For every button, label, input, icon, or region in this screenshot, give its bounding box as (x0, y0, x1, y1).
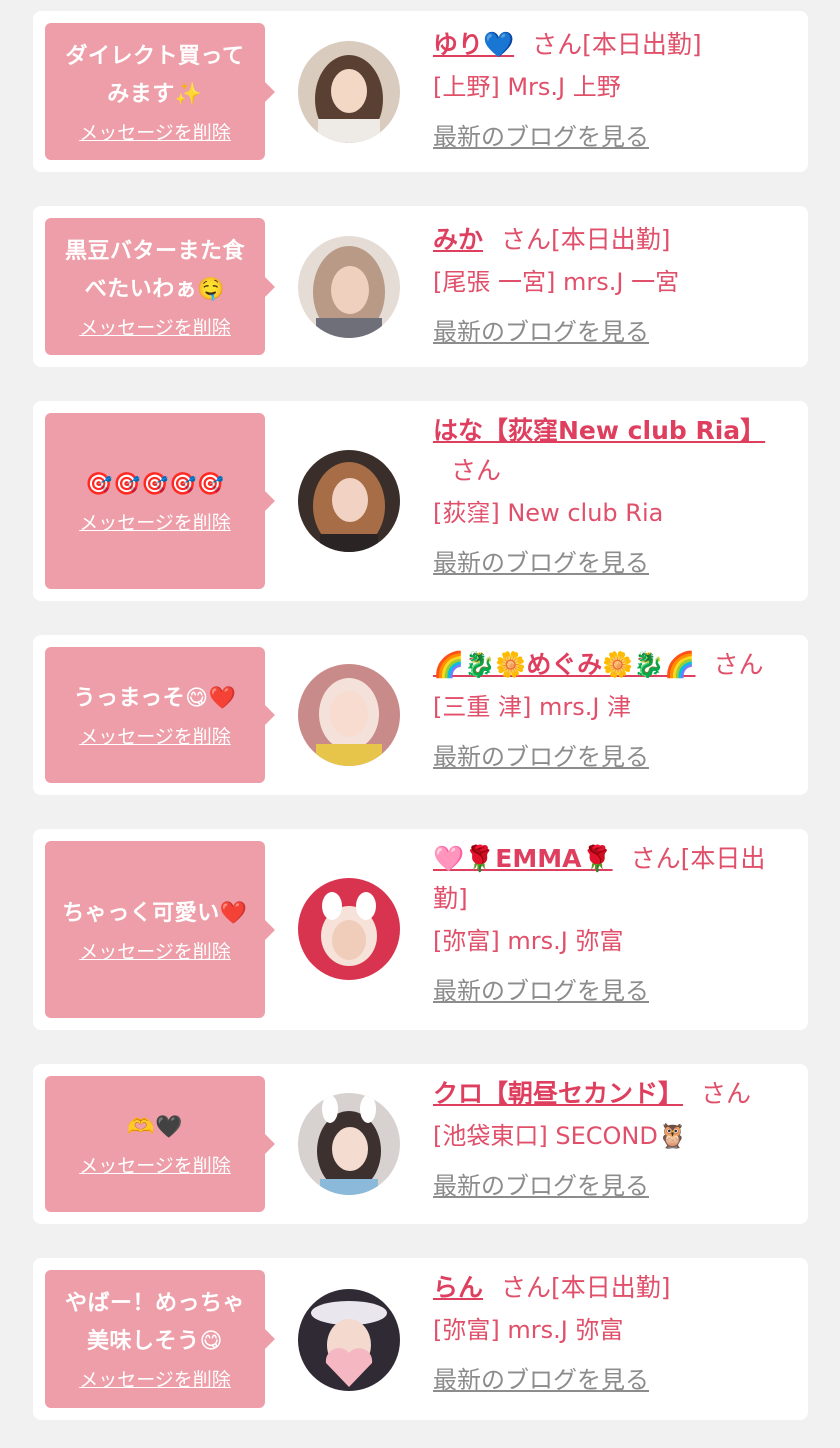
message-bubble: 🫶🖤 メッセージを削除 (45, 1076, 275, 1212)
message-line: やばー！めっちゃ (64, 1291, 245, 1316)
list-item: ダイレクト買って みます✨ メッセージを削除 ゆり💙 さん[本日出勤] [上野] … (33, 11, 808, 172)
message-line: 🫶🖤 (127, 1115, 183, 1140)
shop-label: [荻窪] New club Ria (433, 499, 664, 527)
name-suffix: さん[本日出勤] (501, 225, 671, 254)
cast-name-link[interactable]: 🌈🐉🌼めぐみ🌼🐉🌈 (433, 650, 696, 679)
name-suffix: さん[本日出勤] (501, 1273, 671, 1302)
cast-name-link[interactable]: みか (433, 225, 483, 254)
cast-name-link[interactable]: クロ【朝昼セカンド】 (433, 1079, 683, 1108)
message-bubble: 黒豆バターまた食 べたいわぁ🤤 メッセージを削除 (45, 218, 275, 355)
delete-message-link[interactable]: メッセージを削除 (79, 939, 231, 965)
message-bubble: 🎯🎯🎯🎯🎯 メッセージを削除 (45, 413, 275, 589)
avatar[interactable] (298, 41, 400, 143)
cast-name-link[interactable]: はな【荻窪New club Ria】 (433, 416, 765, 445)
message-line: ダイレクト買って (65, 43, 245, 69)
list-item: うっまっそ😋❤️ メッセージを削除 🌈🐉🌼めぐみ🌼🐉🌈 さん [三重 津] mrs… (33, 635, 808, 795)
shop-label: [弥富] mrs.J 弥富 (433, 927, 624, 955)
list-item: ちゃっく可愛い❤️ メッセージを削除 🩷🌹EMMA🌹 さん[本日出勤] [弥富] … (33, 829, 808, 1030)
name-suffix: さん (701, 1079, 752, 1108)
avatar[interactable] (298, 1093, 400, 1195)
message-bubble: ダイレクト買って みます✨ メッセージを削除 (45, 23, 275, 160)
delete-message-link[interactable]: メッセージを削除 (79, 510, 231, 536)
list-item: やばー！めっちゃ 美味しそう😋 メッセージを削除 らん さん[本日出勤] [弥富]… (33, 1258, 808, 1420)
latest-blog-link[interactable]: 最新のブログを見る (433, 973, 649, 1009)
favorites-list: ダイレクト買って みます✨ メッセージを削除 ゆり💙 さん[本日出勤] [上野] … (0, 0, 840, 1448)
message-line: みます✨ (107, 81, 203, 107)
avatar[interactable] (298, 450, 400, 552)
latest-blog-link[interactable]: 最新のブログを見る (433, 1168, 649, 1204)
latest-blog-link[interactable]: 最新のブログを見る (433, 545, 649, 581)
delete-message-link[interactable]: メッセージを削除 (79, 1153, 231, 1179)
message-line: 🎯🎯🎯🎯🎯 (85, 472, 225, 497)
shop-label: [池袋東口] SECOND🦉 (433, 1122, 688, 1150)
latest-blog-link[interactable]: 最新のブログを見る (433, 119, 649, 155)
latest-blog-link[interactable]: 最新のブログを見る (433, 739, 649, 775)
name-suffix: さん (713, 650, 764, 679)
name-suffix: さん (451, 456, 502, 485)
delete-message-link[interactable]: メッセージを削除 (79, 315, 231, 341)
message-line: 美味しそう😋 (87, 1329, 223, 1354)
latest-blog-link[interactable]: 最新のブログを見る (433, 1362, 649, 1398)
delete-message-link[interactable]: メッセージを削除 (79, 1367, 231, 1393)
name-suffix: さん[本日出勤] (532, 30, 702, 59)
avatar[interactable] (298, 1289, 400, 1391)
delete-message-link[interactable]: メッセージを削除 (79, 120, 231, 146)
list-item: 🫶🖤 メッセージを削除 クロ【朝昼セカンド】 さん [池袋東口] SECOND🦉 … (33, 1064, 808, 1224)
cast-name-link[interactable]: らん (433, 1273, 483, 1302)
message-line: ちゃっく可愛い❤️ (62, 900, 248, 926)
message-bubble: ちゃっく可愛い❤️ メッセージを削除 (45, 841, 275, 1018)
latest-blog-link[interactable]: 最新のブログを見る (433, 314, 649, 350)
cast-name-link[interactable]: 🩷🌹EMMA🌹 (433, 844, 613, 873)
shop-label: [上野] Mrs.J 上野 (433, 73, 621, 101)
message-line: 黒豆バターまた食 (64, 238, 245, 264)
avatar[interactable] (298, 664, 400, 766)
message-line: うっまっそ😋❤️ (73, 686, 237, 711)
shop-label: [三重 津] mrs.J 津 (433, 693, 632, 721)
list-item: 黒豆バターまた食 べたいわぁ🤤 メッセージを削除 みか さん[本日出勤] [尾張 … (33, 206, 808, 367)
shop-label: [尾張 一宮] mrs.J 一宮 (433, 268, 680, 296)
message-bubble: やばー！めっちゃ 美味しそう😋 メッセージを削除 (45, 1270, 275, 1408)
delete-message-link[interactable]: メッセージを削除 (79, 724, 231, 750)
cast-name-link[interactable]: ゆり💙 (433, 30, 514, 59)
avatar[interactable] (298, 878, 400, 980)
message-line: べたいわぁ🤤 (84, 276, 226, 302)
message-bubble: うっまっそ😋❤️ メッセージを削除 (45, 647, 275, 783)
shop-label: [弥富] mrs.J 弥富 (433, 1316, 624, 1344)
avatar[interactable] (298, 236, 400, 338)
list-item: 🎯🎯🎯🎯🎯 メッセージを削除 はな【荻窪New club Ria】さん [荻窪]… (33, 401, 808, 601)
